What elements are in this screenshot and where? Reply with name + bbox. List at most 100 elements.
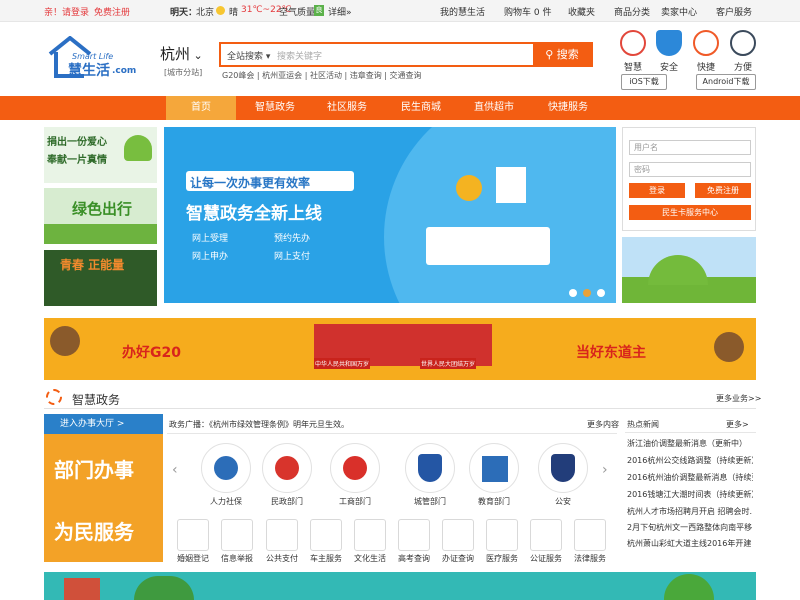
- login-button[interactable]: 登录: [629, 183, 685, 198]
- site-logo[interactable]: Smart Life 慧生活 .com: [48, 35, 148, 85]
- news-item[interactable]: 2016钱塘江大潮时间表（持续更新）: [627, 489, 753, 500]
- nav-home[interactable]: 首页: [166, 96, 236, 120]
- ios-download-button[interactable]: iOS下载: [621, 74, 667, 90]
- green-house-ad[interactable]: [622, 237, 756, 303]
- prev-arrow-icon[interactable]: ‹: [172, 462, 178, 478]
- city-substation-link[interactable]: [城市分站]: [164, 67, 202, 78]
- carousel-dot-active[interactable]: [583, 289, 591, 297]
- service-marriage[interactable]: 婚姻登记: [171, 519, 215, 564]
- card-service-center-button[interactable]: 民生卡服务中心: [629, 205, 751, 220]
- favorites-link[interactable]: 收藏夹: [568, 5, 595, 18]
- nav-supermarket[interactable]: 直供超市: [459, 96, 529, 120]
- gov-broadcast[interactable]: 政务广播：《杭州市绿效管理条例》明年元旦生效。: [169, 419, 349, 430]
- search-input[interactable]: 搜索关键字: [277, 49, 322, 62]
- service-medical[interactable]: 医疗服务: [480, 519, 524, 564]
- dept-education[interactable]: 教育部门: [462, 443, 526, 507]
- login-link[interactable]: 亲！请登录: [44, 5, 89, 18]
- rocket-icon: [693, 30, 719, 56]
- tile-text: 绿色出行: [72, 200, 133, 218]
- news-item[interactable]: 杭州人才市场招聘月开启 招聘会时...: [627, 506, 753, 517]
- news-more-link[interactable]: 更多>: [726, 419, 749, 430]
- medical-icon: [486, 519, 518, 551]
- service-exam[interactable]: 高考查询: [392, 519, 436, 564]
- banner-headline: 智慧政务全新上线: [186, 204, 322, 224]
- service-law[interactable]: 法律服务: [568, 519, 612, 564]
- safety-service-button[interactable]: 安全: [654, 30, 684, 73]
- password-input[interactable]: 密码: [629, 162, 751, 177]
- username-input[interactable]: 用户名: [629, 140, 751, 155]
- service-label: 婚姻登记: [177, 554, 209, 563]
- android-download-button[interactable]: Android下载: [696, 74, 756, 90]
- nav-community[interactable]: 社区服务: [312, 96, 382, 120]
- weather-detail-link[interactable]: 详细»: [328, 5, 352, 18]
- dept-police[interactable]: 公安: [531, 443, 595, 507]
- g20-banner[interactable]: 办好G20 中华人民共和国万岁 世界人民大团结万岁 当好东道主: [44, 318, 756, 380]
- nav-mall[interactable]: 民生商城: [386, 96, 456, 120]
- carousel-dot[interactable]: [597, 289, 605, 297]
- hr-logo-icon: [201, 443, 251, 493]
- nav-quick-service[interactable]: 快捷服务: [533, 96, 603, 120]
- green-travel-tile[interactable]: 绿色出行: [44, 188, 157, 244]
- dept-commerce[interactable]: 工商部门: [323, 443, 387, 507]
- login-panel: 用户名 密码 登录 免费注册 民生卡服务中心: [622, 127, 756, 231]
- register-link[interactable]: 免费注册: [94, 5, 130, 18]
- section-title: 智慧政务: [72, 393, 121, 407]
- nav-gov[interactable]: 智慧政务: [240, 96, 310, 120]
- payment-icon: [266, 519, 298, 551]
- search-button[interactable]: ⚲ 搜索: [533, 44, 591, 65]
- service-hall-link[interactable]: 进入办事大厅 >: [44, 414, 163, 434]
- customer-service-link[interactable]: 客户服务: [716, 5, 752, 18]
- calendar-icon: [354, 519, 386, 551]
- news-item[interactable]: 2016杭州油价调整最新消息（持续更新）: [627, 472, 753, 483]
- news-item[interactable]: 浙江油价调整最新消息（更新中）: [627, 438, 753, 449]
- weather-label: 明天：: [170, 8, 198, 18]
- house-icon: [648, 255, 708, 285]
- section-divider: [44, 408, 756, 409]
- hot-search-links[interactable]: G20峰会 | 杭州亚运会 | 社区活动 | 违章查询 | 交通查询: [222, 70, 422, 81]
- cart-link[interactable]: 购物车 0 件: [504, 5, 551, 18]
- scale-icon: [530, 519, 562, 551]
- air-level-badge: 良: [314, 5, 324, 16]
- hero-banner[interactable]: 让每一次办事更有效率 智慧政务全新上线 网上受理 预约先办 网上申办 网上支付: [164, 127, 616, 303]
- notice-more-link[interactable]: 更多内容: [587, 419, 619, 430]
- seller-center-link[interactable]: 卖家中心: [661, 5, 697, 18]
- city-selector[interactable]: 杭州 ⌄: [160, 43, 203, 64]
- youth-energy-tile[interactable]: 青春 正能量: [44, 250, 157, 306]
- document-icon: [442, 519, 474, 551]
- section-more-link[interactable]: 更多业务>>: [716, 393, 761, 404]
- dept-civil[interactable]: 民政部门: [255, 443, 319, 507]
- categories-link[interactable]: 商品分类: [614, 5, 650, 18]
- service-label: 医疗服务: [486, 554, 518, 563]
- logo-cn-text: 慧生活: [68, 63, 110, 79]
- news-item[interactable]: 2月下旬杭州文一西路整体向南平移...: [627, 522, 753, 533]
- register-button[interactable]: 免费注册: [695, 183, 751, 198]
- news-title: 热点新闻: [627, 420, 659, 429]
- service-label: 公共支付: [266, 554, 298, 563]
- carousel-dot[interactable]: [569, 289, 577, 297]
- banner-item: 预约先办: [274, 234, 311, 244]
- search-category-dropdown[interactable]: 全站搜索 ▾: [227, 49, 270, 62]
- search-bar: 全站搜索 ▾ 搜索关键字 ⚲ 搜索: [219, 42, 593, 67]
- service-report[interactable]: 信息举报: [215, 519, 259, 564]
- service-car[interactable]: 车主服务: [304, 519, 348, 564]
- fast-service-button[interactable]: 快捷: [691, 30, 721, 73]
- charity-tile[interactable]: 捐出一份爱心 奉献一片真情: [44, 127, 157, 183]
- service-culture[interactable]: 文化生活: [348, 519, 392, 564]
- news-item[interactable]: 杭州萧山彩虹大道主线2016年开建 2...: [627, 538, 753, 549]
- next-arrow-icon[interactable]: ›: [602, 462, 608, 478]
- service-payment[interactable]: 公共支付: [260, 519, 304, 564]
- convenient-service-button[interactable]: 方便: [728, 30, 758, 73]
- my-account-link[interactable]: 我的慧生活: [440, 5, 485, 18]
- community-banner[interactable]: [44, 572, 756, 600]
- service-notary[interactable]: 公证服务: [524, 519, 568, 564]
- smart-service-button[interactable]: 智慧: [618, 30, 648, 73]
- service-license[interactable]: 办证查询: [436, 519, 480, 564]
- sidebar-big-text: 部门办事: [54, 458, 134, 482]
- news-item[interactable]: 2016杭州公交线路调整（持续更新）: [627, 455, 753, 466]
- service-label: 智慧: [623, 63, 642, 73]
- dept-urban[interactable]: 城管部门: [398, 443, 462, 507]
- books-icon: [469, 443, 519, 493]
- service-label: 车主服务: [310, 554, 342, 563]
- sun-icon: [216, 6, 225, 15]
- dept-hr[interactable]: 人力社保: [194, 443, 258, 507]
